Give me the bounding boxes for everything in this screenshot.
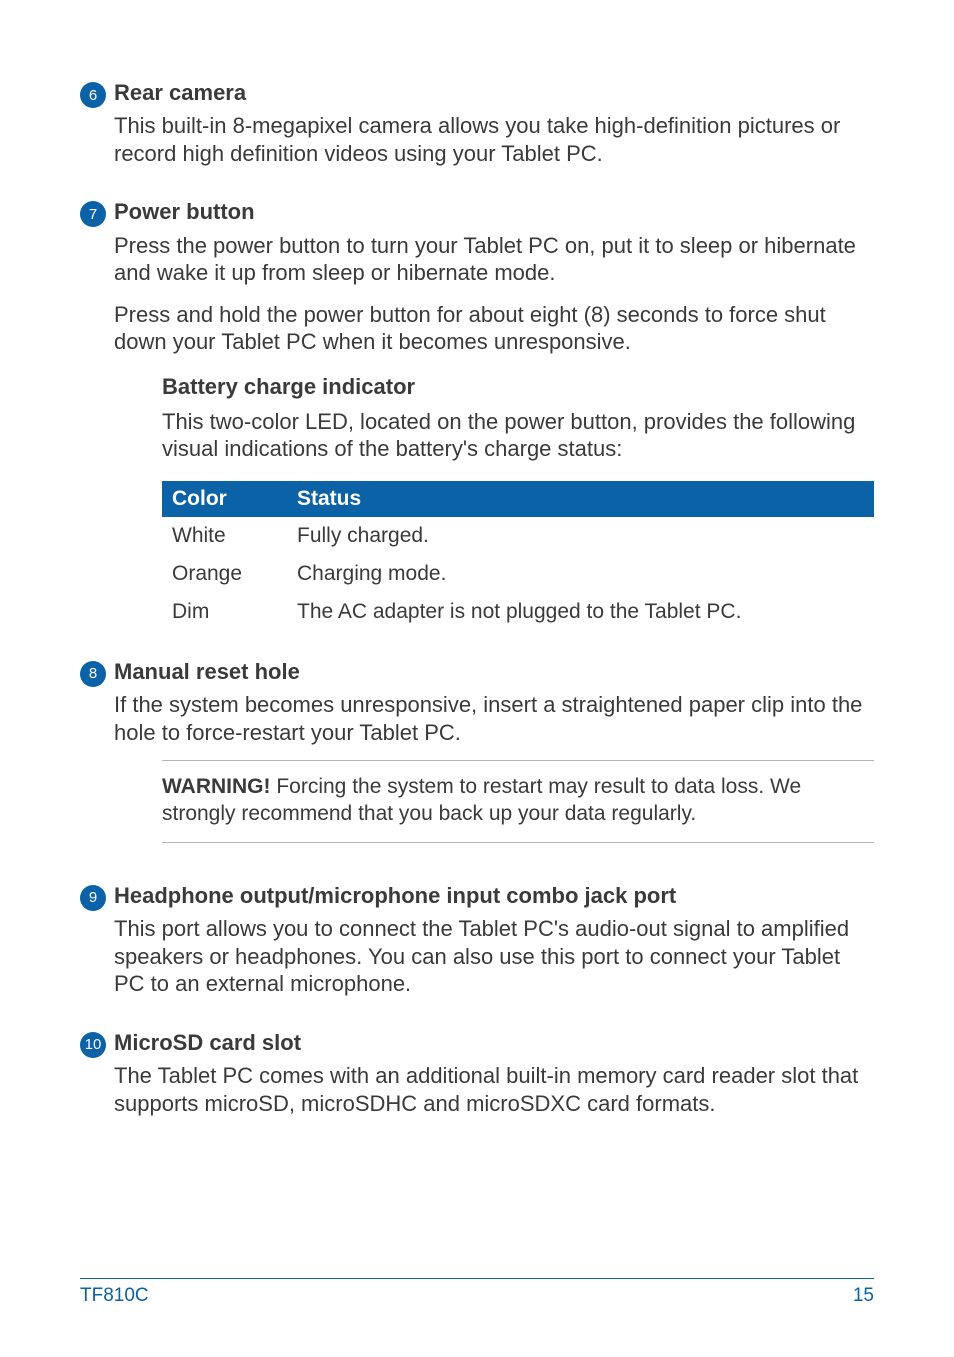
item-paragraph: If the system becomes unresponsive, inse… xyxy=(114,691,874,746)
feature-item-8: 8 Manual reset hole If the system become… xyxy=(80,659,874,865)
warning-label: WARNING! xyxy=(162,775,271,798)
table-header-row: Color Status xyxy=(162,481,874,517)
item-title: Rear camera xyxy=(114,80,874,106)
bullet: 6 xyxy=(80,80,114,108)
table-row: White Fully charged. xyxy=(162,517,874,555)
warning-block: WARNING! Forcing the system to restart m… xyxy=(162,760,874,843)
page-footer: TF810C 15 xyxy=(80,1278,874,1307)
footer-page-number: 15 xyxy=(853,1285,874,1307)
item-body: MicroSD card slot The Tablet PC comes wi… xyxy=(114,1030,874,1131)
item-paragraph: The Tablet PC comes with an additional b… xyxy=(114,1062,874,1117)
item-title: MicroSD card slot xyxy=(114,1030,874,1056)
table-cell-color: Dim xyxy=(162,593,287,631)
table-header-color: Color xyxy=(162,481,287,517)
sub-section-battery-indicator: Battery charge indicator This two-color … xyxy=(162,374,874,631)
bullet: 8 xyxy=(80,659,114,687)
battery-status-table: Color Status White Fully charged. Orange… xyxy=(162,481,874,631)
item-paragraph: Press and hold the power button for abou… xyxy=(114,301,874,356)
bullet: 9 xyxy=(80,883,114,911)
table-row: Orange Charging mode. xyxy=(162,555,874,593)
item-title: Headphone output/microphone input combo … xyxy=(114,883,874,909)
bullet-number: 8 xyxy=(80,661,106,687)
item-paragraph: Press the power button to turn your Tabl… xyxy=(114,232,874,287)
page-content: 6 Rear camera This built-in 8-megapixel … xyxy=(0,0,954,1131)
feature-item-9: 9 Headphone output/microphone input comb… xyxy=(80,883,874,1012)
feature-item-7: 7 Power button Press the power button to… xyxy=(80,199,874,640)
bullet-number: 7 xyxy=(80,201,106,227)
sub-title: Battery charge indicator xyxy=(162,374,874,400)
table-cell-color: Orange xyxy=(162,555,287,593)
bullet: 7 xyxy=(80,199,114,227)
footer-model: TF810C xyxy=(80,1285,149,1307)
feature-item-6: 6 Rear camera This built-in 8-megapixel … xyxy=(80,80,874,181)
item-title: Power button xyxy=(114,199,874,225)
table-cell-color: White xyxy=(162,517,287,555)
item-body: Power button Press the power button to t… xyxy=(114,199,874,640)
bullet-number: 10 xyxy=(80,1032,106,1058)
table-header-status: Status xyxy=(287,481,874,517)
table-cell-status: The AC adapter is not plugged to the Tab… xyxy=(287,593,874,631)
item-body: Headphone output/microphone input combo … xyxy=(114,883,874,1012)
bullet-number: 6 xyxy=(80,82,106,108)
item-title: Manual reset hole xyxy=(114,659,874,685)
item-paragraph: This port allows you to connect the Tabl… xyxy=(114,915,874,998)
item-body: Manual reset hole If the system becomes … xyxy=(114,659,874,865)
table-cell-status: Fully charged. xyxy=(287,517,874,555)
table-cell-status: Charging mode. xyxy=(287,555,874,593)
bullet-number: 9 xyxy=(80,885,106,911)
feature-item-10: 10 MicroSD card slot The Tablet PC comes… xyxy=(80,1030,874,1131)
item-body: Rear camera This built-in 8-megapixel ca… xyxy=(114,80,874,181)
item-paragraph: This built-in 8-megapixel camera allows … xyxy=(114,112,874,167)
sub-desc: This two-color LED, located on the power… xyxy=(162,408,874,463)
bullet: 10 xyxy=(80,1030,114,1058)
table-row: Dim The AC adapter is not plugged to the… xyxy=(162,593,874,631)
